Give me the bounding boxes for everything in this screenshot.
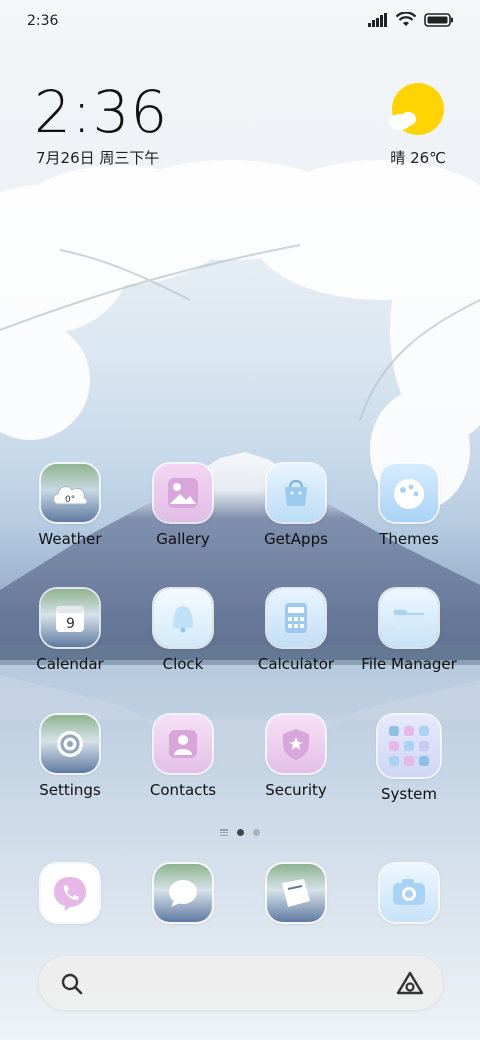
shopping-bag-icon	[285, 479, 307, 506]
app-clock[interactable]: Clock	[127, 589, 239, 673]
signal-icon	[368, 12, 387, 27]
camera-glyph	[393, 879, 425, 905]
settings-icon	[41, 715, 99, 773]
dock	[0, 864, 480, 924]
app-calendar[interactable]: 9 Calendar	[14, 589, 126, 673]
app-label: Themes	[379, 530, 439, 548]
page-dot-active[interactable]	[237, 829, 244, 836]
status-time: 2:36	[27, 13, 59, 29]
getapps-icon	[267, 464, 325, 522]
app-weather[interactable]: 0° Weather	[14, 464, 126, 548]
app-label: Calendar	[36, 655, 104, 673]
page-list-icon[interactable]	[220, 829, 228, 836]
calendar-icon: 9	[41, 589, 99, 647]
home-clock-time[interactable]: 2:36	[34, 78, 168, 146]
app-label: GetApps	[264, 530, 328, 548]
home-weather: 晴 26℃	[390, 149, 446, 167]
calendar-glyph: 9	[56, 606, 84, 632]
phone-icon[interactable]	[41, 864, 99, 922]
app-label: Weather	[38, 530, 102, 548]
camera-icon[interactable]	[380, 864, 438, 922]
wifi-icon	[396, 12, 416, 26]
shield-icon	[283, 729, 309, 760]
messages-icon[interactable]	[154, 864, 212, 922]
folder-preview-glyph	[389, 726, 429, 766]
chat-glyph	[169, 880, 197, 907]
app-gallery[interactable]: Gallery	[127, 464, 239, 548]
browser-icon[interactable]	[267, 864, 325, 922]
folder-glyph	[394, 610, 424, 630]
person-glyph	[169, 730, 197, 758]
calculator-glyph	[285, 603, 307, 633]
app-label: Settings	[39, 781, 101, 799]
app-label: File Manager	[361, 655, 457, 673]
search-bar[interactable]	[39, 956, 443, 1010]
contacts-icon	[154, 715, 212, 773]
weather-icon: 0°	[41, 464, 99, 522]
app-calculator[interactable]: Calculator	[240, 589, 352, 673]
app-label: Contacts	[149, 781, 217, 799]
themes-icon	[380, 464, 438, 522]
folder-system[interactable]: System	[353, 715, 465, 803]
home-date: 7月26日 周三下午	[36, 149, 160, 167]
app-getapps[interactable]: GetApps	[240, 464, 352, 548]
app-security[interactable]: Security	[240, 715, 352, 799]
app-settings[interactable]: Settings	[14, 715, 126, 799]
gallery-glyph	[168, 478, 198, 508]
file-manager-icon	[380, 589, 438, 647]
app-label: System	[381, 785, 437, 803]
app-contacts[interactable]: Contacts	[127, 715, 239, 799]
app-label: Calculator	[257, 655, 335, 673]
app-label: Security	[265, 781, 327, 799]
sun-icon[interactable]	[386, 82, 446, 142]
battery-icon	[424, 12, 453, 27]
gallery-icon	[154, 464, 212, 522]
phone-glyph	[54, 877, 86, 911]
calendar-day: 9	[66, 616, 75, 632]
clock-icon	[154, 589, 212, 647]
page-dot[interactable]	[253, 829, 260, 836]
app-file-manager[interactable]: File Manager	[353, 589, 465, 673]
assistant-icon[interactable]	[395, 970, 425, 996]
palette-glyph	[394, 479, 424, 509]
app-label: Gallery	[156, 530, 210, 548]
status-icons	[368, 12, 454, 27]
svg-text:0°: 0°	[65, 495, 75, 505]
gear-icon	[57, 731, 83, 757]
bell-glyph	[173, 606, 193, 633]
security-icon	[267, 715, 325, 773]
page-indicator[interactable]	[0, 829, 480, 836]
calculator-icon	[267, 589, 325, 647]
search-icon[interactable]	[60, 972, 84, 996]
app-themes[interactable]: Themes	[353, 464, 465, 548]
browser-glyph	[282, 879, 310, 907]
system-folder-icon	[378, 715, 440, 777]
status-bar: 2:36	[0, 0, 480, 44]
weather-glyph: 0°	[53, 486, 88, 505]
app-label: Clock	[162, 655, 204, 673]
